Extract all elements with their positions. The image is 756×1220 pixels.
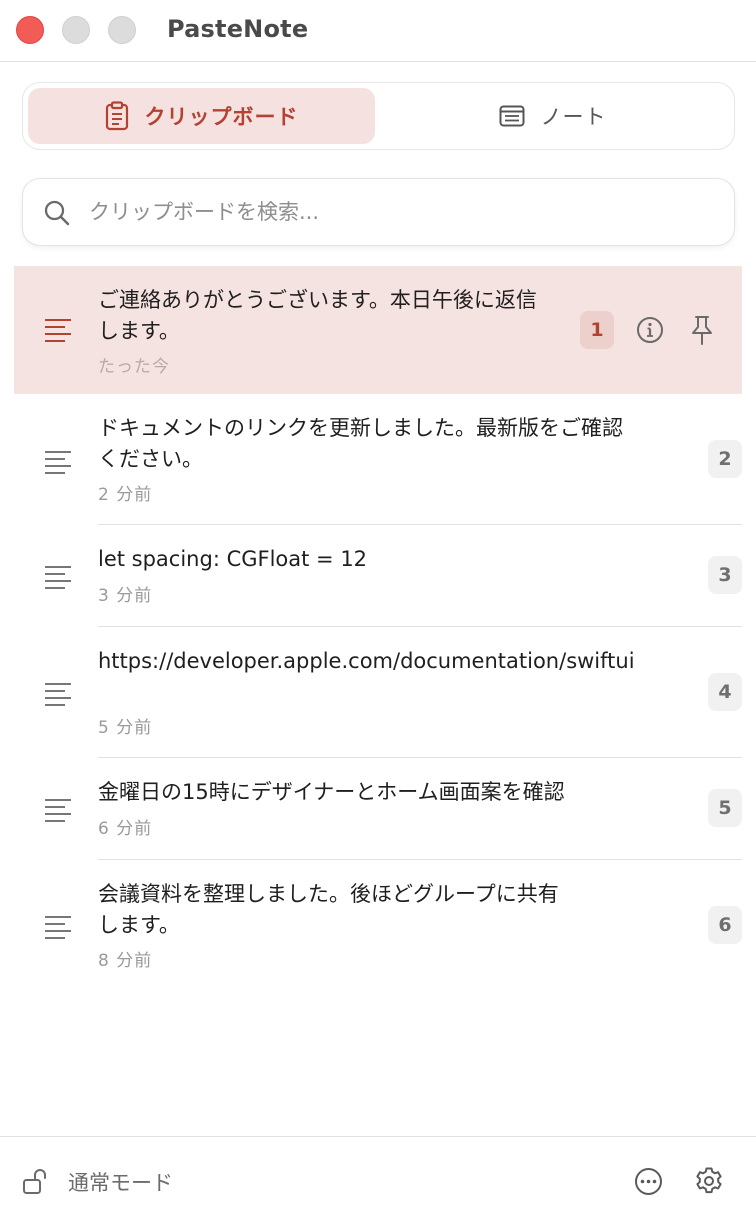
item-index-badge: 4 — [708, 673, 742, 711]
item-text: 金曜日の15時にデザイナーとホーム画面案を確認 — [98, 780, 565, 804]
item-time: 8 分前 — [98, 951, 153, 971]
clipboard-item[interactable]: let spacing: CGFloat = 12 3 分前 3 — [0, 525, 756, 627]
tab-note-label: ノート — [540, 105, 607, 129]
title-bar: PasteNote — [0, 0, 756, 62]
text-lines-icon — [44, 450, 72, 478]
clipboard-item[interactable]: ご連絡ありがとうございます。本日午後に返信します。 たった今 1 — [14, 266, 742, 394]
text-lines-icon — [44, 318, 72, 346]
text-lines-icon — [44, 798, 72, 826]
footer-bar: 通常モード — [0, 1136, 756, 1220]
clipboard-item[interactable]: 会議資料を整理しました。後ほどグループに共有します。 8 分前 6 — [0, 860, 756, 991]
item-text: 会議資料を整理しました。後ほどグループに共有します。 — [98, 882, 559, 937]
pin-icon[interactable] — [689, 314, 715, 350]
more-options-icon[interactable] — [634, 1167, 663, 1200]
tab-clipboard-label: クリップボード — [144, 105, 299, 129]
item-text: let spacing: CGFloat = 12 — [98, 547, 368, 571]
gear-icon[interactable] — [694, 1166, 724, 1200]
info-icon[interactable] — [636, 316, 664, 348]
clipboard-item[interactable]: https://developer.apple.com/documentatio… — [0, 627, 756, 758]
text-lines-icon — [44, 682, 72, 710]
unlock-icon[interactable] — [22, 1167, 50, 1199]
zoom-window-button[interactable] — [108, 16, 136, 44]
item-text: https://developer.apple.com/documentatio… — [98, 649, 635, 673]
tab-clipboard[interactable]: クリップボード — [28, 88, 375, 144]
clipboard-item[interactable]: ドキュメントのリンクを更新しました。最新版をご確認ください。 2 分前 2 — [0, 394, 756, 525]
search-input[interactable] — [89, 189, 709, 235]
close-window-button[interactable] — [16, 16, 44, 44]
item-index-badge: 6 — [708, 906, 742, 944]
mode-label: 通常モード — [68, 1171, 173, 1195]
mode-segmented-control: クリップボード ノート — [22, 82, 735, 150]
item-index-badge: 3 — [708, 556, 742, 594]
item-time: 5 分前 — [98, 718, 153, 738]
item-index-badge: 2 — [708, 440, 742, 478]
item-index-badge: 5 — [708, 789, 742, 827]
clipboard-item[interactable]: 金曜日の15時にデザイナーとホーム画面案を確認 6 分前 5 — [0, 758, 756, 860]
item-text: ご連絡ありがとうございます。本日午後に返信します。 — [98, 288, 537, 343]
item-text: ドキュメントのリンクを更新しました。最新版をご確認ください。 — [98, 416, 623, 471]
minimize-window-button[interactable] — [62, 16, 90, 44]
search-box — [22, 178, 735, 246]
clipboard-icon — [105, 101, 129, 131]
note-icon — [499, 105, 525, 127]
item-time: 2 分前 — [98, 485, 153, 505]
search-icon — [43, 199, 71, 231]
clipboard-list: ご連絡ありがとうございます。本日午後に返信します。 たった今 1 ドキュメントの… — [0, 266, 756, 991]
item-index-badge: 1 — [580, 311, 614, 349]
item-time: たった今 — [98, 357, 170, 377]
item-time: 6 分前 — [98, 819, 153, 839]
tab-note[interactable]: ノート — [379, 88, 726, 144]
item-time: 3 分前 — [98, 586, 153, 606]
window-title: PasteNote — [167, 15, 309, 43]
text-lines-icon — [44, 915, 72, 943]
text-lines-icon — [44, 565, 72, 593]
